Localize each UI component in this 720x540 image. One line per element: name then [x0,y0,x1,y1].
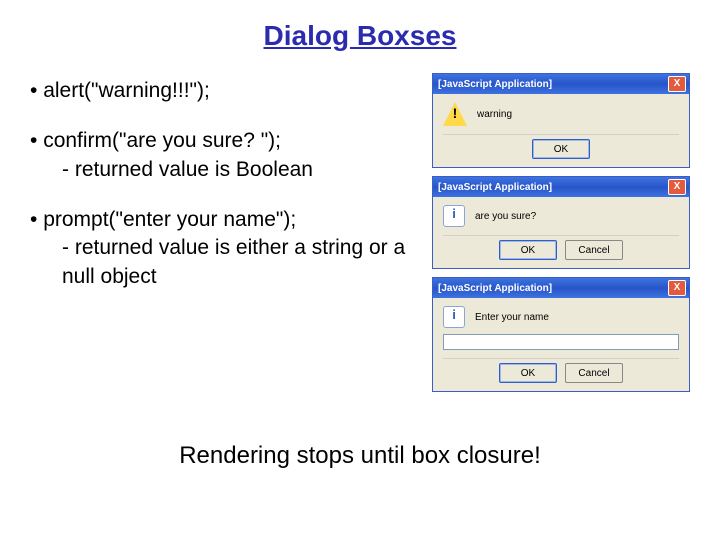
dialog-message-row: warning [443,102,679,126]
bullet-alert: alert("warning!!!"); [30,77,422,105]
dialog-buttons: OK Cancel [443,358,679,385]
ok-button[interactable]: OK [499,240,557,260]
dialog-body: are you sure? OK Cancel [433,197,689,268]
dialog-buttons: OK Cancel [443,235,679,262]
cancel-button[interactable]: Cancel [565,363,623,383]
content-row: alert("warning!!!"); confirm("are you su… [30,77,690,392]
bullet-sub: returned value is Boolean [30,156,422,184]
dialog-message-row: are you sure? [443,205,679,227]
dialog-message: are you sure? [475,211,536,222]
dialog-message-row: Enter your name [443,306,679,328]
dialog-title: [JavaScript Application] [438,182,552,193]
alert-dialog: [JavaScript Application] X warning OK [432,73,690,168]
bullet-confirm: confirm("are you sure? "); returned valu… [30,127,422,184]
dialog-message: Enter your name [475,312,549,323]
dialog-body: Enter your name OK Cancel [433,298,689,391]
cancel-button[interactable]: Cancel [565,240,623,260]
warning-icon [443,102,467,126]
close-icon[interactable]: X [668,179,686,195]
dialog-titlebar: [JavaScript Application] X [433,177,689,197]
dialog-message: warning [477,109,512,120]
info-icon [443,205,465,227]
dialog-buttons: OK [443,134,679,161]
dialog-title: [JavaScript Application] [438,79,552,90]
close-icon[interactable]: X [668,280,686,296]
bullet-list: alert("warning!!!"); confirm("are you su… [30,77,422,392]
page-title: Dialog Boxses [30,20,690,52]
dialog-titlebar: [JavaScript Application] X [433,74,689,94]
bullet-text: confirm("are you sure? "); [30,127,422,155]
dialog-titlebar: [JavaScript Application] X [433,278,689,298]
bullet-prompt: prompt("enter your name"); returned valu… [30,206,422,291]
footer-note: Rendering stops until box closure! [0,442,720,470]
dialogs-column: [JavaScript Application] X warning OK [J… [432,73,690,392]
slide: Dialog Boxses alert("warning!!!"); confi… [0,0,720,540]
dialog-body: warning OK [433,94,689,167]
bullet-text: alert("warning!!!"); [30,77,422,105]
bullet-text: prompt("enter your name"); [30,206,422,234]
close-icon[interactable]: X [668,76,686,92]
ok-button[interactable]: OK [499,363,557,383]
info-icon [443,306,465,328]
prompt-input[interactable] [443,334,679,350]
confirm-dialog: [JavaScript Application] X are you sure?… [432,176,690,269]
bullet-sub: returned value is either a string or a n… [30,234,422,291]
dialog-title: [JavaScript Application] [438,283,552,294]
ok-button[interactable]: OK [532,139,590,159]
prompt-dialog: [JavaScript Application] X Enter your na… [432,277,690,392]
